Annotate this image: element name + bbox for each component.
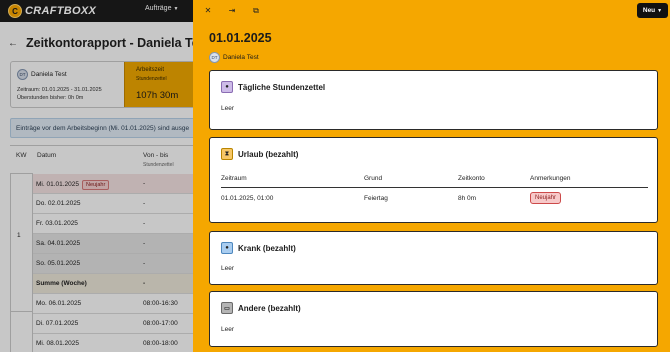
empty-text: Leer [221, 326, 235, 333]
column-header-zeitraum: Zeitraum [221, 175, 247, 182]
expand-icon[interactable]: ⇥ [227, 6, 237, 16]
chevron-down-icon: ▼ [657, 7, 663, 14]
drawer-date: 01.01.2025 [209, 31, 272, 45]
cell-zeitkonto: 8h 0m [458, 195, 477, 202]
vacation-card: ⧗ Urlaub (bezahlt) Zeitraum Grund Zeitko… [209, 137, 658, 223]
new-button[interactable]: Neu ▼ [637, 3, 668, 18]
drawer-person[interactable]: DT Daniela Test [209, 52, 259, 63]
card-title: ▭ Andere (bezahlt) [221, 302, 301, 314]
empty-text: Leer [221, 105, 235, 112]
daily-sheet-icon: ● [221, 81, 233, 93]
card-title-text: Krank (bezahlt) [238, 243, 296, 253]
day-detail-drawer: ✕ ⇥ ⧉ Neu ▼ 01.01.2025 DT Daniela Test ● … [193, 0, 670, 352]
table-divider [221, 187, 648, 188]
other-card: ▭ Andere (bezahlt) Leer [209, 291, 658, 347]
sick-icon: ● [221, 242, 233, 254]
hourglass-icon: ⧗ [221, 148, 233, 160]
column-header-zeitkonto: Zeitkonto [458, 175, 485, 182]
card-title: ● Krank (bezahlt) [221, 242, 296, 254]
empty-text: Leer [221, 265, 235, 272]
card-title-text: Urlaub (bezahlt) [238, 149, 299, 159]
column-header-grund: Grund [364, 175, 383, 182]
drawer-toolbar: ✕ ⇥ ⧉ [203, 6, 261, 16]
overlay-dim-top[interactable] [0, 0, 193, 22]
overlay-dim[interactable] [0, 22, 193, 352]
card-title: ⧗ Urlaub (bezahlt) [221, 148, 298, 160]
card-title-text: Tägliche Stundenzettel [238, 82, 326, 92]
card-title-text: Andere (bezahlt) [238, 303, 301, 313]
daily-timesheet-card: ● Tägliche Stundenzettel Leer [209, 70, 658, 130]
open-external-icon[interactable]: ⧉ [251, 6, 261, 16]
holiday-badge: Neujahr [530, 192, 562, 204]
other-icon: ▭ [221, 302, 233, 314]
sick-card: ● Krank (bezahlt) Leer [209, 231, 658, 285]
close-icon[interactable]: ✕ [203, 6, 213, 16]
drawer-person-name: Daniela Test [223, 54, 259, 61]
card-title: ● Tägliche Stundenzettel [221, 81, 325, 93]
column-header-anmerkungen: Anmerkungen [530, 175, 571, 182]
avatar: DT [209, 52, 220, 63]
cell-grund: Feiertag [364, 195, 388, 202]
new-button-label: Neu [642, 7, 656, 14]
cell-zeitraum[interactable]: 01.01.2025, 01:00 [221, 195, 273, 202]
